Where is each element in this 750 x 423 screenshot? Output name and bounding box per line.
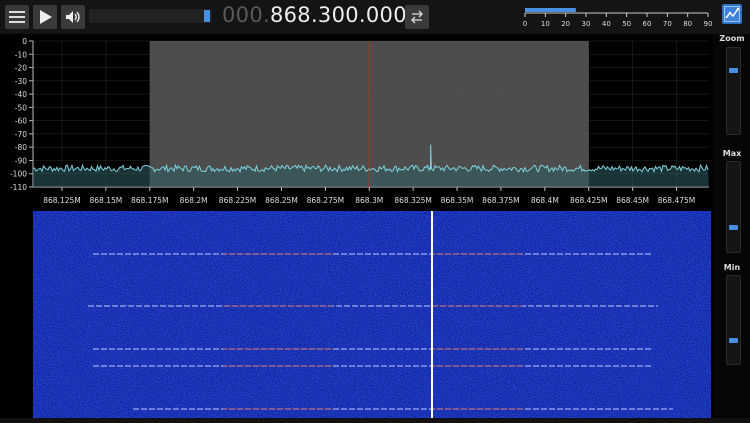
max-label: Max [722, 149, 742, 158]
waterfall-display[interactable] [33, 211, 711, 418]
y-tick-label: -10 [15, 50, 27, 59]
x-tick-label: 868.475M [658, 196, 696, 205]
fps-scale-tick-label: 80 [683, 20, 692, 28]
spectrum-display[interactable]: 0 -10 -20 -30 -40 -50 -60 -70 -80 -90 -100 -110 868.… [6, 37, 711, 210]
fps-scale-tick-label: 0 [523, 20, 527, 28]
zoom-slider-handle[interactable] [729, 68, 738, 73]
frequency-value[interactable]: 868.300.000 [270, 3, 407, 27]
min-slider[interactable] [726, 275, 741, 365]
zoom-slider[interactable] [726, 47, 741, 135]
volume-slider-handle[interactable] [204, 10, 210, 22]
x-tick-label: 868.15M [90, 196, 123, 205]
fps-scale-tick-label: 60 [643, 20, 652, 28]
x-tick-label: 868.2M [180, 196, 208, 205]
fps-scale-tick-label: 10 [541, 20, 550, 28]
fps-scale-tick-label: 70 [663, 20, 672, 28]
y-tick-label: -60 [15, 117, 27, 126]
y-tick-label: -90 [15, 156, 27, 165]
volume-slider[interactable] [89, 9, 212, 23]
play-button[interactable] [33, 5, 57, 29]
x-tick-label: 868.175M [131, 196, 169, 205]
x-tick-label: 868.375M [482, 196, 520, 205]
y-tick-label: -100 [10, 170, 27, 179]
x-tick-label: 868.325M [394, 196, 432, 205]
y-tick-label: -20 [15, 64, 27, 73]
fps-scale-tick-label: 40 [602, 20, 611, 28]
mute-button[interactable] [61, 5, 85, 29]
fps-scale-tick-label: 90 [704, 20, 712, 28]
y-tick-label: 0 [22, 37, 27, 46]
y-tick-label: -30 [15, 77, 27, 86]
zoom-label: Zoom [719, 34, 745, 43]
x-tick-label: 868.3M [355, 196, 383, 205]
speaker-icon [66, 11, 80, 23]
fps-scale-tick-label: 20 [561, 20, 570, 28]
frequency-leading-digits[interactable]: 000. [222, 3, 270, 27]
y-tick-label: -80 [15, 143, 27, 152]
settings-map-icon [724, 6, 740, 22]
x-tick-label: 868.125M [43, 196, 81, 205]
frequency-display[interactable]: 000.868.300.000 [222, 3, 407, 27]
x-tick-label: 868.35M [441, 196, 474, 205]
max-slider-handle[interactable] [729, 225, 738, 230]
swap-arrows-icon [411, 10, 423, 24]
x-tick-label: 868.225M [219, 196, 257, 205]
fps-scale[interactable]: 0 10 20 30 40 50 60 70 80 90 [522, 6, 712, 30]
x-tick-label: 868.275M [307, 196, 345, 205]
y-tick-label: -70 [15, 130, 27, 139]
bottom-strip [0, 418, 750, 423]
waterfall-noise [33, 211, 711, 418]
x-tick-label: 868.25M [265, 196, 298, 205]
min-slider-handle[interactable] [729, 338, 738, 343]
hamburger-menu-icon [9, 11, 25, 23]
y-tick-label: -50 [15, 103, 27, 112]
max-slider[interactable] [726, 161, 741, 253]
y-tick-label: -40 [15, 90, 27, 99]
x-tick-label: 868.425M [570, 196, 608, 205]
fps-scale-tick-label: 30 [582, 20, 591, 28]
x-tick-label: 868.4M [531, 196, 559, 205]
fps-scale-bar [525, 8, 576, 12]
menu-button[interactable] [5, 5, 29, 29]
y-tick-label: -110 [10, 183, 27, 192]
tuning-mode-button[interactable] [405, 5, 429, 29]
top-toolbar: 000.868.300.000 0 10 20 30 40 50 60 70 80 90 [0, 0, 750, 34]
fps-scale-tick-label: 50 [622, 20, 631, 28]
min-label: Min [723, 263, 741, 272]
source-settings-button[interactable] [722, 4, 742, 24]
play-icon [40, 10, 52, 24]
x-tick-label: 868.45M [616, 196, 649, 205]
